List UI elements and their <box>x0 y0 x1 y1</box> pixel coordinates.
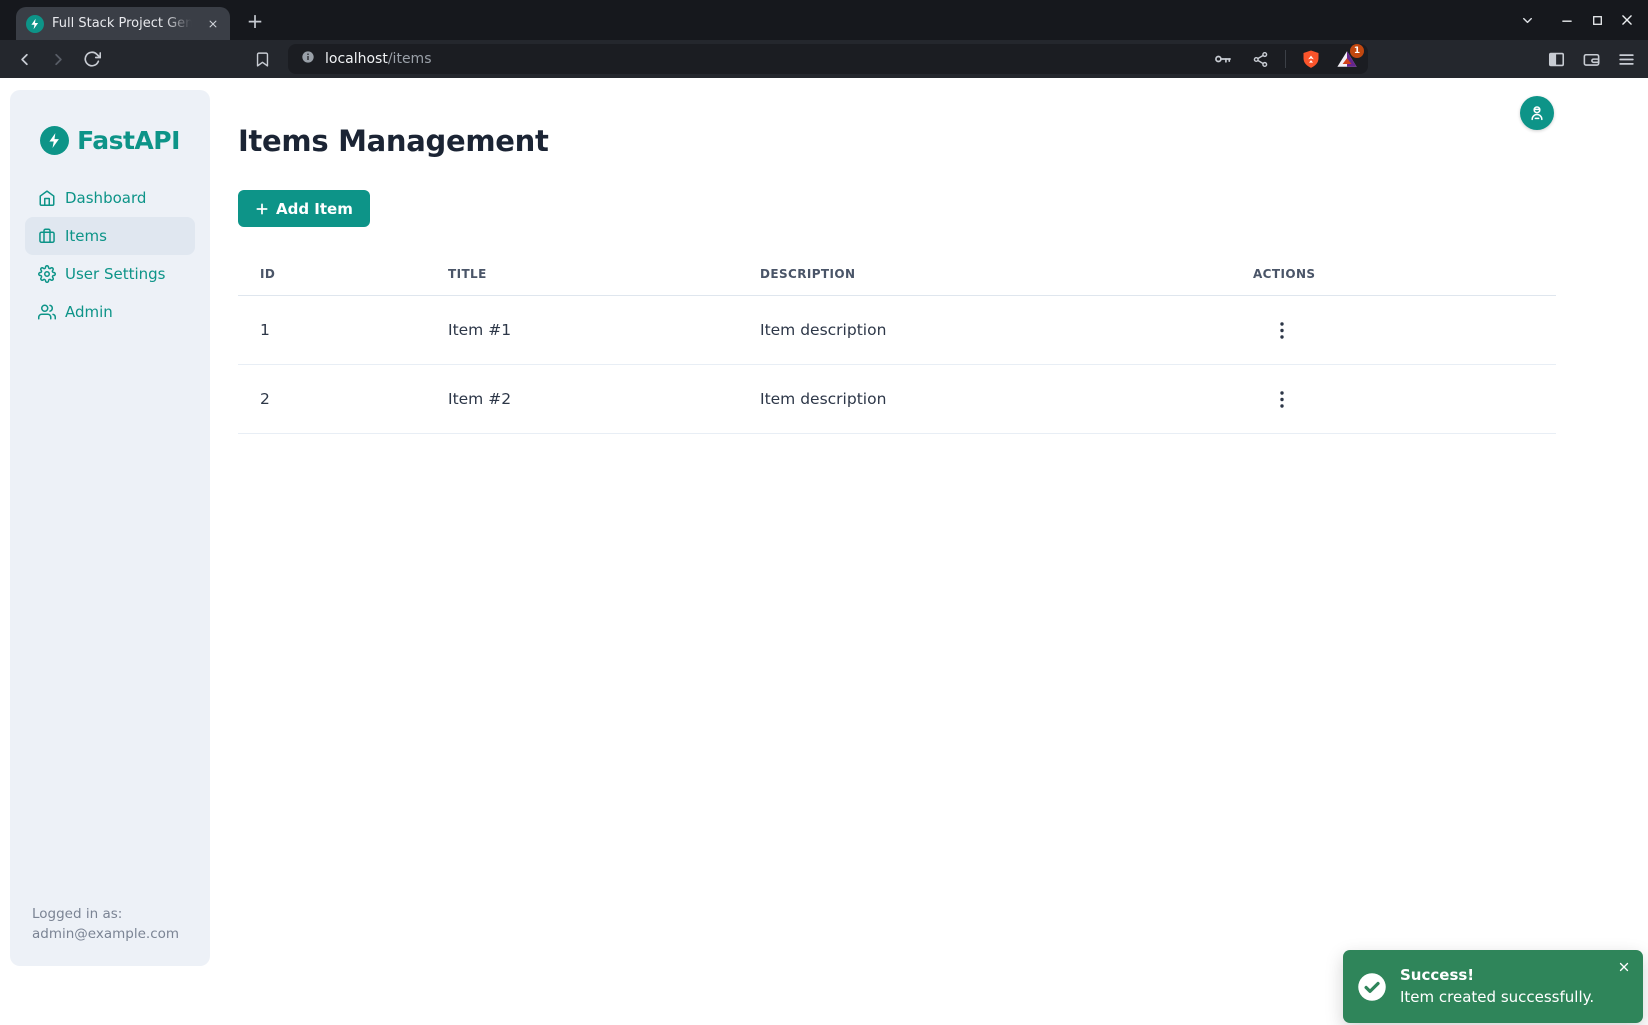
sidebar: FastAPI Dashboard Items User Settings A <box>10 90 210 966</box>
url-text: localhost/items <box>325 51 1202 67</box>
fastapi-logo-icon <box>40 126 69 155</box>
browser-window: Full Stack Project Genera + <box>0 0 1648 1025</box>
sidebar-item-label: User Settings <box>65 265 165 283</box>
tab-close-icon[interactable] <box>204 15 222 33</box>
sidebar-item-user-settings[interactable]: User Settings <box>25 255 195 293</box>
maximize-icon[interactable] <box>1582 5 1612 35</box>
sidebar-item-admin[interactable]: Admin <box>25 293 195 331</box>
sidebar-item-label: Items <box>65 227 107 245</box>
cell-id: 1 <box>238 296 426 365</box>
brand: FastAPI <box>10 126 210 155</box>
app-page: FastAPI Dashboard Items User Settings A <box>0 78 1648 1025</box>
url-path: /items <box>388 51 432 67</box>
briefcase-icon <box>38 227 56 245</box>
toast-title: Success! <box>1400 964 1594 987</box>
tab-title: Full Stack Project Genera <box>52 16 196 31</box>
success-toast: Success! Item created successfully. <box>1343 950 1643 1023</box>
new-tab-button[interactable]: + <box>242 10 268 36</box>
cell-description: Item description <box>738 296 1231 365</box>
cell-description: Item description <box>738 365 1231 434</box>
row-actions-menu-button[interactable] <box>1267 384 1297 414</box>
header-actions: ACTIONS <box>1231 255 1556 296</box>
table-header-row: ID TITLE DESCRIPTION ACTIONS <box>238 255 1556 296</box>
rewards-badge: 1 <box>1350 44 1364 58</box>
sidebar-item-dashboard[interactable]: Dashboard <box>25 179 195 217</box>
logged-in-label: Logged in as: <box>32 904 188 924</box>
row-actions-menu-button[interactable] <box>1267 315 1297 345</box>
cell-id: 2 <box>238 365 426 434</box>
brave-rewards-icon[interactable]: 1 <box>1336 48 1358 70</box>
users-icon <box>38 303 56 321</box>
kebab-menu-icon <box>1280 322 1284 339</box>
cell-actions <box>1231 296 1556 365</box>
search-tabs-chevron-icon[interactable] <box>1512 5 1542 35</box>
site-info-icon[interactable] <box>300 49 316 69</box>
address-bar[interactable]: localhost/items 1 <box>288 44 1368 74</box>
sidebar-panel-icon[interactable] <box>1544 47 1568 71</box>
minimize-icon[interactable] <box>1552 5 1582 35</box>
page-title: Items Management <box>238 124 1648 158</box>
table-row: 2 Item #2 Item description <box>238 365 1556 434</box>
toolbar-right-buttons <box>1544 47 1638 71</box>
brand-name: FastAPI <box>77 126 180 155</box>
table-row: 1 Item #1 Item description <box>238 296 1556 365</box>
header-description: DESCRIPTION <box>738 255 1231 296</box>
cell-title: Item #2 <box>426 365 738 434</box>
bookmark-icon[interactable] <box>250 47 274 71</box>
toast-texts: Success! Item created successfully. <box>1400 964 1594 1008</box>
cell-title: Item #1 <box>426 296 738 365</box>
menu-hamburger-icon[interactable] <box>1614 47 1638 71</box>
sidebar-item-items[interactable]: Items <box>25 217 195 255</box>
check-circle-icon <box>1357 972 1387 1002</box>
url-host: localhost <box>325 51 388 67</box>
toast-message: Item created successfully. <box>1400 987 1594 1009</box>
wallet-icon[interactable] <box>1579 47 1603 71</box>
fastapi-favicon-icon <box>26 15 44 33</box>
header-title: TITLE <box>426 255 738 296</box>
user-email: admin@example.com <box>32 924 188 944</box>
add-item-button[interactable]: Add Item <box>238 190 370 227</box>
nav-buttons <box>12 47 104 71</box>
header-id: ID <box>238 255 426 296</box>
forward-icon[interactable] <box>46 47 70 71</box>
plus-icon <box>255 202 269 216</box>
items-table: ID TITLE DESCRIPTION ACTIONS 1 Item #1 I… <box>238 255 1556 434</box>
home-icon <box>38 189 56 207</box>
window-controls <box>1512 0 1648 40</box>
add-item-label: Add Item <box>276 200 353 218</box>
brave-shield-icon[interactable] <box>1299 47 1323 71</box>
browser-tab-active[interactable]: Full Stack Project Genera <box>16 7 230 40</box>
login-info: Logged in as: admin@example.com <box>10 904 210 967</box>
sidebar-item-label: Dashboard <box>65 189 146 207</box>
tab-strip: Full Stack Project Genera + <box>0 0 1648 40</box>
toast-close-icon[interactable] <box>1615 958 1633 976</box>
back-icon[interactable] <box>12 47 36 71</box>
key-icon[interactable] <box>1211 47 1235 71</box>
gear-icon <box>38 265 56 283</box>
main-content: Items Management Add Item ID TITLE DESCR… <box>238 78 1648 1025</box>
divider <box>1285 50 1286 68</box>
close-window-icon[interactable] <box>1612 5 1642 35</box>
reload-icon[interactable] <box>80 47 104 71</box>
sidebar-item-label: Admin <box>65 303 113 321</box>
share-icon[interactable] <box>1248 47 1272 71</box>
kebab-menu-icon <box>1280 391 1284 408</box>
address-bar-icons: 1 <box>1211 47 1358 71</box>
browser-toolbar: localhost/items 1 <box>0 40 1648 78</box>
sidebar-nav: Dashboard Items User Settings Admin <box>10 179 210 331</box>
cell-actions <box>1231 365 1556 434</box>
